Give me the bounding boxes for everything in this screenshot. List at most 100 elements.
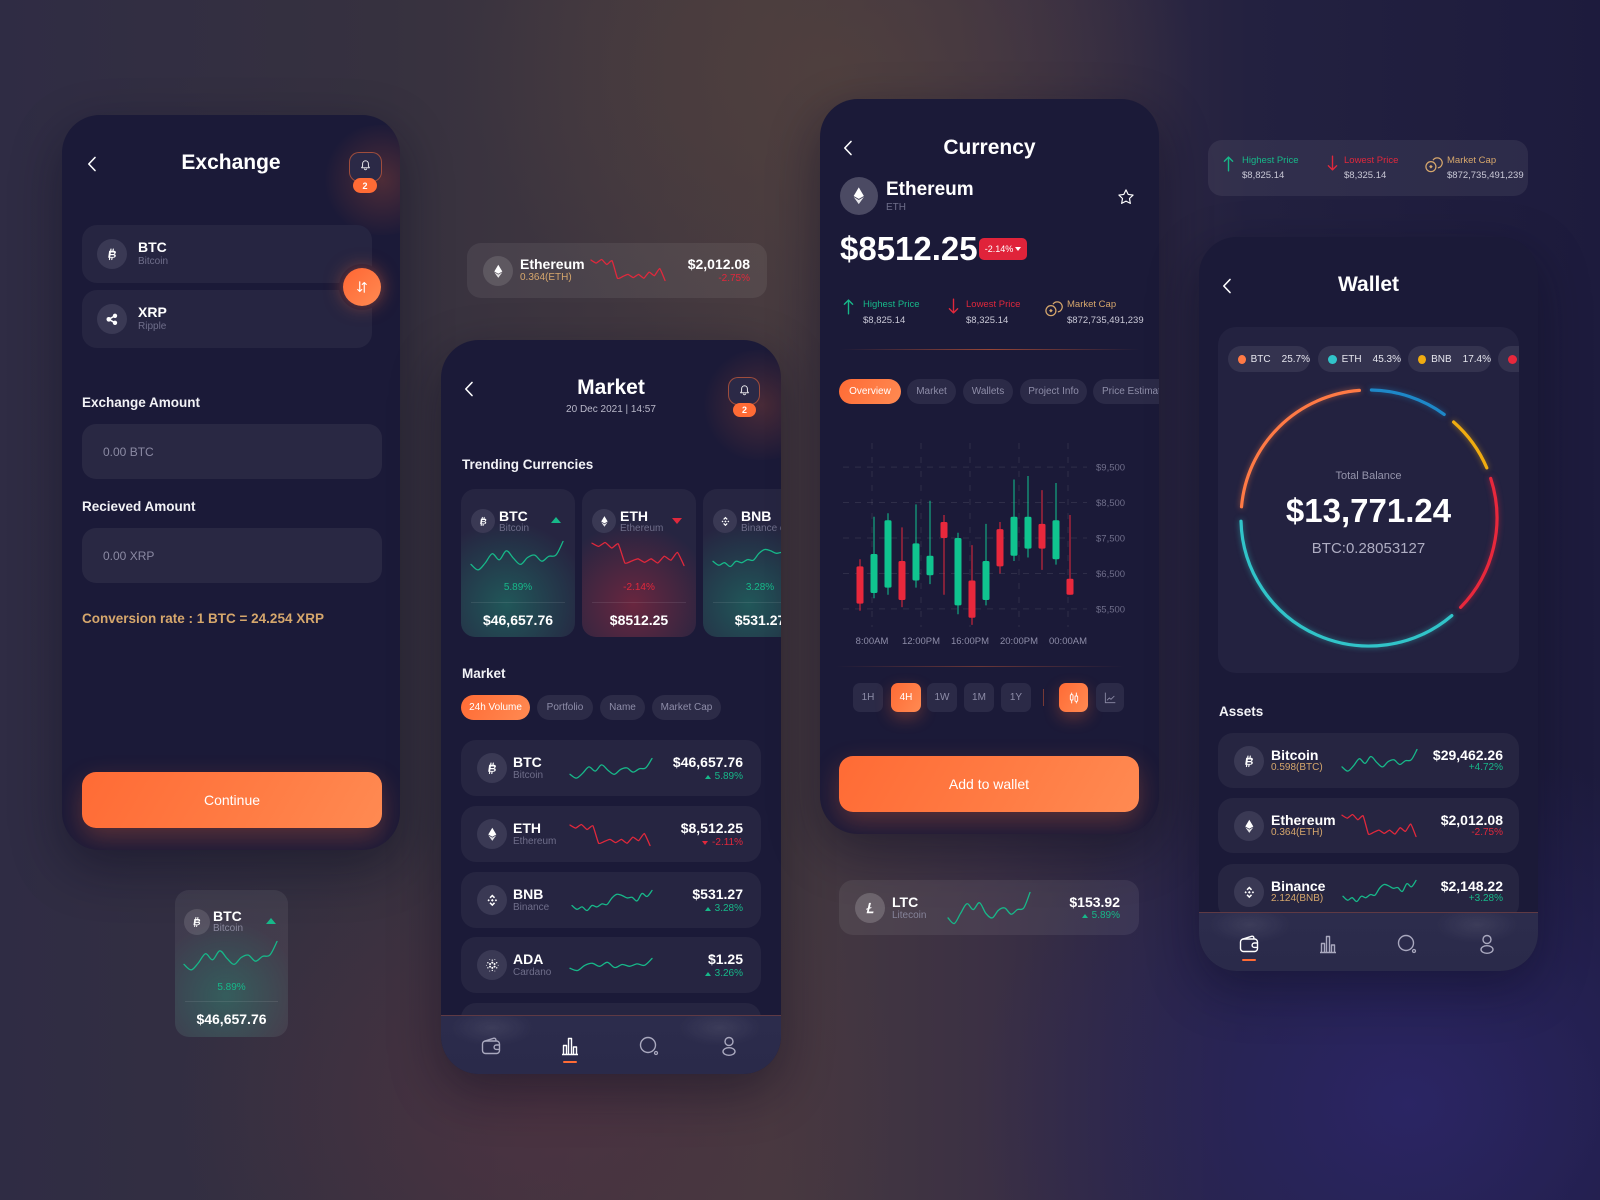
- swap-button[interactable]: [343, 268, 381, 306]
- sparkline: [183, 940, 278, 971]
- sparkline: [569, 957, 653, 972]
- tab-price-estimate[interactable]: Price Estimate: [1093, 379, 1159, 404]
- market-row[interactable]: ETH Ethereum $8,512.25 -2.11%: [461, 806, 761, 862]
- tab-overview[interactable]: Overview: [839, 379, 901, 404]
- filter-portfolio[interactable]: Portfolio: [537, 695, 593, 720]
- nav-wallet[interactable]: [479, 1034, 503, 1058]
- candle-body: [954, 538, 962, 606]
- coin-symbol: LTC: [892, 894, 919, 910]
- candle-body: [968, 580, 976, 618]
- coin-change: -2.11%: [702, 837, 743, 849]
- filter-24h-volume[interactable]: 24h Volume: [461, 695, 530, 720]
- candle-body: [940, 522, 948, 539]
- timeframe-1m[interactable]: 1M: [964, 683, 994, 712]
- coin-price: $1.25: [707, 951, 743, 967]
- eth-asset-card[interactable]: Ethereum 0.364(ETH) $2,012.08 -2.75%: [467, 243, 767, 298]
- balance-card: BTC 25.7% ETH 45.3% BNB 17.4% Total Balance…: [1218, 327, 1519, 673]
- allocation-chip[interactable]: BNB 17.4%: [1408, 346, 1491, 372]
- market-row[interactable]: ADA Cardano $1.25 3.26%: [461, 937, 761, 993]
- change-badge: -2.14%: [979, 238, 1027, 260]
- received-amount-input[interactable]: [82, 528, 382, 583]
- notification-badge: 2: [733, 403, 756, 417]
- from-currency-select[interactable]: BTC Bitcoin: [82, 225, 372, 283]
- allocation-chip[interactable]: BTC 25.7%: [1228, 346, 1310, 372]
- allocation-chip[interactable]: [1498, 346, 1519, 372]
- sparkline: [1341, 813, 1417, 838]
- market-row[interactable]: BTC Bitcoin $46,657.76 5.89%: [461, 740, 761, 796]
- line-chart-view-toggle[interactable]: [1096, 683, 1124, 712]
- chip-percent: 45.3%: [1372, 353, 1401, 365]
- timeframe-1h[interactable]: 1H: [853, 683, 883, 712]
- trending-card[interactable]: BNB Binance coin 3.28% $531.27: [703, 489, 781, 637]
- trending-card[interactable]: ETH Ethereum -2.14% $8512.25: [582, 489, 696, 637]
- to-currency-select[interactable]: XRP Ripple: [82, 290, 372, 348]
- change-percent: 3.28%: [745, 582, 775, 593]
- nav-search[interactable]: [637, 1034, 661, 1058]
- nav-market[interactable]: [558, 1034, 582, 1058]
- active-tab-indicator: [563, 1061, 577, 1063]
- nav-search[interactable]: [1395, 932, 1419, 956]
- sparkline-path: [590, 258, 666, 282]
- coins-icon: [1423, 155, 1443, 175]
- asset-change: -2.75%: [718, 273, 750, 284]
- nav-wallet[interactable]: [1237, 932, 1261, 956]
- candlestick-view-toggle[interactable]: [1059, 683, 1088, 712]
- screen-title: Currency: [943, 136, 1036, 159]
- litecoin-icon: [861, 899, 880, 918]
- ethereum-icon: [1240, 817, 1259, 836]
- allocation-chip[interactable]: ETH 45.3%: [1318, 346, 1401, 372]
- sparkline-path: [1341, 813, 1417, 838]
- down-triangle-icon: [1015, 247, 1022, 251]
- change-value: 5.89%: [1091, 910, 1120, 921]
- coin-name: Ethereum: [886, 179, 974, 200]
- y-tick-label: $7,500: [1096, 534, 1125, 545]
- ring-segment: [1452, 420, 1489, 470]
- market-row[interactable]: BNB Binance $531.27 3.28%: [461, 872, 761, 928]
- coin-name: Binance: [513, 902, 550, 913]
- exchange-amount-input[interactable]: [82, 424, 382, 479]
- total-balance-label: Total Balance: [1335, 470, 1402, 482]
- filter-market-cap[interactable]: Market Cap: [652, 695, 721, 720]
- favorite-button[interactable]: [1116, 187, 1136, 207]
- continue-button[interactable]: Continue: [82, 772, 382, 828]
- trending-card[interactable]: BTC Bitcoin 5.89% $46,657.76: [461, 489, 575, 637]
- nav-profile[interactable]: [1475, 932, 1499, 956]
- notifications-button[interactable]: [728, 377, 760, 405]
- swap-arrows-icon: [353, 278, 371, 296]
- trend-up-icon: [551, 517, 561, 523]
- tab-market[interactable]: Market: [907, 379, 956, 404]
- btc-trend-widget[interactable]: BTC Bitcoin 5.89% $46,657.76: [175, 890, 288, 1037]
- change-value: 5.89%: [714, 771, 743, 782]
- active-tab-indicator: [1242, 959, 1256, 961]
- asset-row[interactable]: Bitcoin 0.598(BTC) $29,462.26 +4.72%: [1218, 733, 1519, 788]
- asset-row[interactable]: Binance 2.124(BNB) $2,148.22 +3.28%: [1218, 864, 1519, 919]
- price: $46,657.76: [196, 1011, 267, 1027]
- up-triangle-icon: [1081, 914, 1088, 918]
- candle-body: [996, 529, 1004, 567]
- tab-project-info[interactable]: Project Info: [1020, 379, 1087, 404]
- add-to-wallet-button[interactable]: Add to wallet: [839, 756, 1139, 812]
- sparkline: [590, 258, 666, 282]
- nav-market[interactable]: [1316, 932, 1340, 956]
- coin-price: $46,657.76: [672, 754, 743, 770]
- timeframe-1w[interactable]: 1W: [927, 683, 957, 712]
- ethereum-icon: [489, 262, 508, 281]
- divider: [592, 602, 686, 603]
- tab-wallets[interactable]: Wallets: [963, 379, 1013, 404]
- asset-row[interactable]: Ethereum 0.364(ETH) $2,012.08 -2.75%: [1218, 798, 1519, 853]
- coin-icon-badge: [840, 177, 878, 215]
- nav-profile[interactable]: [717, 1034, 741, 1058]
- filter-name[interactable]: Name: [600, 695, 645, 720]
- timeframe-4h[interactable]: 4H: [891, 683, 921, 712]
- coin-icon-badge: [713, 509, 737, 533]
- trending-title: Trending Currencies: [462, 457, 594, 472]
- timeframe-1y[interactable]: 1Y: [1001, 683, 1031, 712]
- coin-price: $8,512.25: [680, 820, 743, 836]
- highest-price-value: $8,825.14: [863, 315, 906, 326]
- asset-holding: 0.364(ETH): [1271, 827, 1323, 838]
- ltc-market-card[interactable]: LTC Litecoin $153.92 5.89%: [839, 880, 1139, 935]
- notification-badge: 2: [353, 178, 377, 193]
- ethereum-icon: [597, 514, 612, 529]
- y-tick-label: $8,500: [1096, 498, 1125, 509]
- market-cap-value: $872,735,491,239: [1067, 315, 1144, 326]
